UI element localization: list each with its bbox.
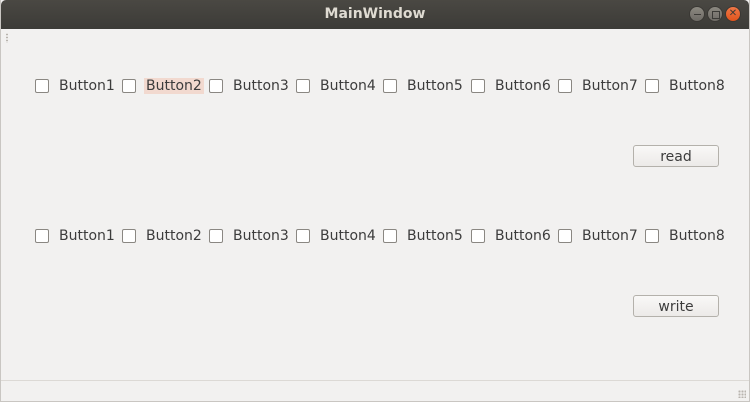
checkbox-label: Button6 xyxy=(495,228,551,244)
checkbox-indicator[interactable] xyxy=(645,229,659,243)
checkbox-label: Button4 xyxy=(320,78,376,94)
checkbox-label: Button5 xyxy=(407,78,463,94)
read-checkbox-1[interactable]: Button1 xyxy=(35,76,117,96)
status-bar xyxy=(1,380,749,401)
checkbox-indicator[interactable] xyxy=(296,229,310,243)
window-title: MainWindow xyxy=(324,6,426,22)
write-checkbox-3[interactable]: Button3 xyxy=(209,226,291,246)
read-checkbox-3[interactable]: Button3 xyxy=(209,76,291,96)
checkbox-label: Button3 xyxy=(233,78,289,94)
checkbox-label: Button2 xyxy=(144,78,204,94)
read-checkbox-6[interactable]: Button6 xyxy=(471,76,553,96)
checkbox-label: Button2 xyxy=(146,228,202,244)
close-button[interactable]: ✕ xyxy=(725,6,741,22)
maximize-icon xyxy=(712,11,720,19)
checkbox-indicator[interactable] xyxy=(296,79,310,93)
checkbox-label: Button8 xyxy=(669,78,725,94)
checkbox-indicator[interactable] xyxy=(558,79,572,93)
checkbox-label: Button4 xyxy=(320,228,376,244)
write-checkbox-4[interactable]: Button4 xyxy=(296,226,378,246)
write-checkbox-7[interactable]: Button7 xyxy=(558,226,640,246)
write-checkbox-row: Button1 Button2 Button3 Button4 Button5 … xyxy=(1,226,749,246)
checkbox-indicator[interactable] xyxy=(122,79,136,93)
main-window: MainWindow ✕ Button1 Button2 Button3 But… xyxy=(0,0,750,402)
checkbox-indicator[interactable] xyxy=(471,229,485,243)
checkbox-label: Button8 xyxy=(669,228,725,244)
read-checkbox-8[interactable]: Button8 xyxy=(645,76,727,96)
resize-grip-icon[interactable] xyxy=(738,390,746,398)
checkbox-label: Button7 xyxy=(582,78,638,94)
write-checkbox-1[interactable]: Button1 xyxy=(35,226,117,246)
checkbox-indicator[interactable] xyxy=(35,229,49,243)
title-bar[interactable]: MainWindow ✕ xyxy=(1,0,749,29)
write-checkbox-5[interactable]: Button5 xyxy=(383,226,465,246)
checkbox-indicator[interactable] xyxy=(209,229,223,243)
write-checkbox-6[interactable]: Button6 xyxy=(471,226,553,246)
checkbox-label: Button6 xyxy=(495,78,551,94)
read-button[interactable]: read xyxy=(633,145,719,167)
checkbox-label: Button1 xyxy=(59,78,115,94)
checkbox-indicator[interactable] xyxy=(209,79,223,93)
read-checkbox-5[interactable]: Button5 xyxy=(383,76,465,96)
checkbox-indicator[interactable] xyxy=(558,229,572,243)
read-checkbox-row: Button1 Button2 Button3 Button4 Button5 … xyxy=(1,76,749,96)
write-checkbox-8[interactable]: Button8 xyxy=(645,226,727,246)
read-checkbox-4[interactable]: Button4 xyxy=(296,76,378,96)
read-checkbox-2[interactable]: Button2 xyxy=(122,76,204,96)
write-button[interactable]: write xyxy=(633,295,719,317)
checkbox-label: Button5 xyxy=(407,228,463,244)
maximize-button[interactable] xyxy=(707,6,723,22)
checkbox-indicator[interactable] xyxy=(122,229,136,243)
checkbox-indicator[interactable] xyxy=(35,79,49,93)
checkbox-label: Button7 xyxy=(582,228,638,244)
toolbar-grip-icon[interactable] xyxy=(5,33,9,43)
checkbox-indicator[interactable] xyxy=(383,229,397,243)
write-checkbox-2[interactable]: Button2 xyxy=(122,226,204,246)
checkbox-indicator[interactable] xyxy=(645,79,659,93)
checkbox-label: Button1 xyxy=(59,228,115,244)
close-icon: ✕ xyxy=(728,8,738,19)
minimize-icon xyxy=(694,14,701,15)
minimize-button[interactable] xyxy=(689,6,705,22)
read-checkbox-7[interactable]: Button7 xyxy=(558,76,640,96)
checkbox-indicator[interactable] xyxy=(471,79,485,93)
checkbox-label: Button3 xyxy=(233,228,289,244)
checkbox-indicator[interactable] xyxy=(383,79,397,93)
